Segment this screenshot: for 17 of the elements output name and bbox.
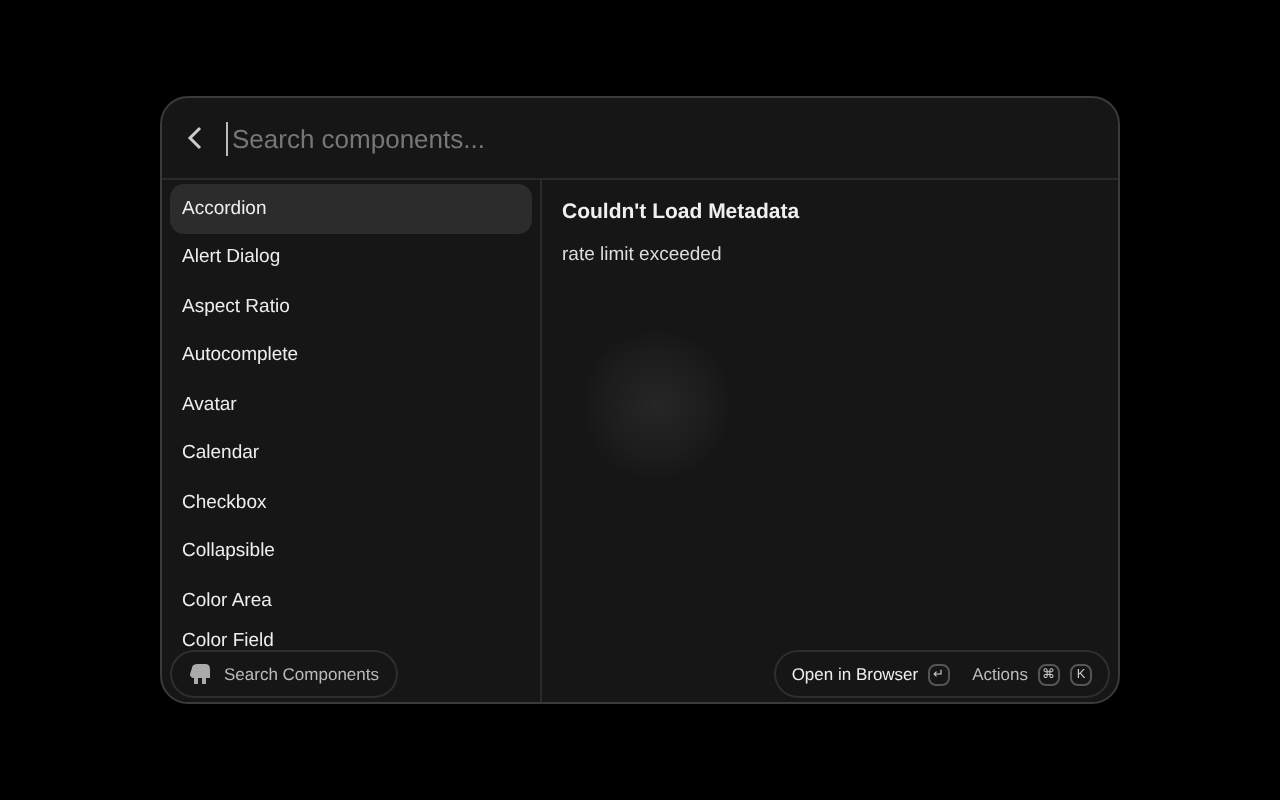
component-item[interactable]: Color Area (170, 576, 532, 625)
component-item[interactable]: Calendar (170, 429, 532, 478)
back-icon[interactable] (186, 126, 206, 150)
component-item[interactable]: Aspect Ratio (170, 282, 532, 331)
search-components-button[interactable]: Search Components (170, 650, 397, 698)
actions-link[interactable]: Actions (972, 664, 1028, 684)
component-item[interactable]: Accordion (170, 184, 532, 233)
open-in-browser-link[interactable]: Open in Browser (791, 664, 919, 684)
error-message: rate limit exceeded (562, 244, 724, 266)
component-item[interactable]: Color Field (170, 625, 532, 651)
error-title: Couldn't Load Metadata (562, 200, 802, 224)
component-item[interactable]: Checkbox (170, 478, 532, 527)
component-item[interactable]: Autocomplete (170, 331, 532, 380)
search-field[interactable]: Search components... (226, 121, 1094, 155)
component-item[interactable]: Avatar (170, 380, 532, 429)
component-item[interactable]: Alert Dialog (170, 233, 532, 282)
component-item[interactable]: Collapsible (170, 527, 532, 576)
